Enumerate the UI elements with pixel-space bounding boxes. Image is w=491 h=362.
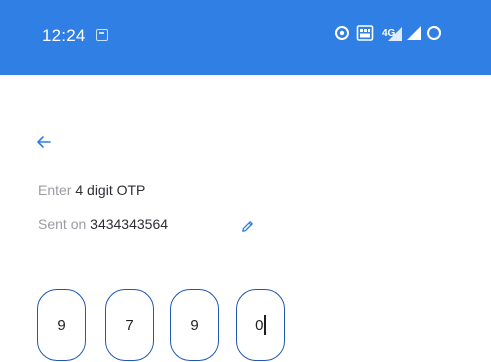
sent-prefix: Sent on [38,216,87,232]
otp-digit-box-2[interactable]: 7 [105,289,154,361]
otp-digit-4: 0 [255,316,264,334]
otp-digit-box-4[interactable]: 0 [236,289,285,361]
wifi-icon [407,26,421,40]
edit-pencil-icon[interactable] [240,219,255,234]
otp-instruction: Enter 4 digit OTP [38,182,145,198]
phone-number: 3434343564 [90,216,169,232]
otp-digit-1: 9 [57,316,66,334]
sent-on-line: Sent on 3434343564 [38,216,168,232]
otp-digit-box-1[interactable]: 9 [37,289,86,361]
battery-icon [427,26,441,40]
vpn-icon [335,26,349,40]
otp-digit-2: 7 [125,316,134,334]
signal-4g-icon: 4G [382,27,402,41]
otp-digit-box-3[interactable]: 9 [170,289,219,361]
text-caret [264,315,266,335]
status-time: 12:24 [42,26,86,45]
instruction-prefix: Enter [38,182,72,198]
otp-digit-3: 9 [190,316,199,334]
instruction-digits: 4 digit OTP [75,182,146,198]
data-saver-icon [356,25,374,41]
calendar-icon [96,29,108,41]
back-arrow-icon[interactable] [36,134,52,150]
status-bar: 12:24 4G [0,0,491,75]
